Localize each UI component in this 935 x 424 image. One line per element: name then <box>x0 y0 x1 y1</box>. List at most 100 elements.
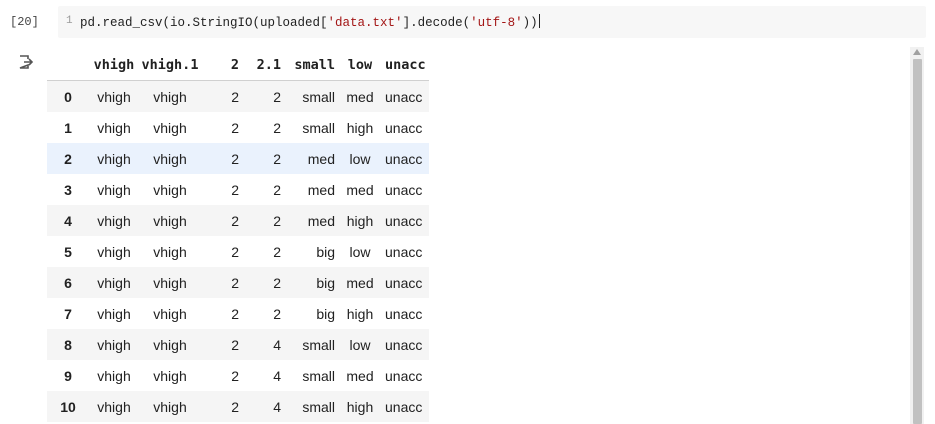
table-cell: high <box>346 119 374 136</box>
row-index: 7 <box>64 305 72 322</box>
table-cell: unacc <box>385 305 423 322</box>
table-cell: 2 <box>231 119 239 136</box>
table-row: 3 vhigh vhigh 2 2 med med unacc <box>47 174 429 205</box>
text-cursor <box>538 14 540 28</box>
table-cell: vhigh <box>97 181 131 198</box>
table-cell: 2 <box>231 274 239 291</box>
table-cell: vhigh <box>97 212 131 229</box>
table-cell: unacc <box>385 181 423 198</box>
table-cell: 2 <box>273 305 281 322</box>
table-cell: vhigh <box>97 398 131 415</box>
table-cell: 2 <box>231 181 239 198</box>
table-cell: vhigh <box>153 212 187 229</box>
code-string-literal: 'data.txt' <box>327 16 403 30</box>
row-index: 4 <box>64 212 72 229</box>
table-cell: small <box>302 336 335 353</box>
row-index: 0 <box>64 88 72 105</box>
code-line[interactable]: pd.read_csv(io.StringIO(uploaded['data.t… <box>80 14 540 30</box>
table-cell: vhigh <box>153 150 187 167</box>
table-cell: low <box>349 336 371 353</box>
table-cell: small <box>302 88 335 105</box>
table-cell: 2 <box>273 88 281 105</box>
row-index: 2 <box>64 150 72 167</box>
table-cell: 4 <box>273 398 281 415</box>
row-index: 10 <box>60 398 76 415</box>
column-header: vhigh.1 <box>139 49 201 81</box>
table-row: 9 vhigh vhigh 2 4 small med unacc <box>47 360 429 391</box>
table-cell: 2 <box>231 398 239 415</box>
column-header: small <box>287 49 339 81</box>
row-index: 1 <box>64 119 72 136</box>
row-index: 6 <box>64 274 72 291</box>
table-cell: vhigh <box>97 119 131 136</box>
table-row: 4 vhigh vhigh 2 2 med high unacc <box>47 205 429 236</box>
table-cell: med <box>346 88 374 105</box>
row-index: 5 <box>64 243 72 260</box>
table-row: 0 vhigh vhigh 2 2 small med unacc <box>47 80 429 112</box>
code-segment: ].decode( <box>402 16 471 30</box>
line-number: 1 <box>66 15 73 27</box>
table-cell: big <box>316 305 335 322</box>
table-row: 5 vhigh vhigh 2 2 big low unacc <box>47 236 429 267</box>
table-cell: 2 <box>231 88 239 105</box>
table-cell: vhigh <box>97 274 131 291</box>
column-header: unacc <box>381 49 429 81</box>
table-cell: unacc <box>385 119 423 136</box>
table-cell: vhigh <box>97 150 131 167</box>
table-cell: small <box>302 119 335 136</box>
table-header-row: vhigh vhigh.1 2 2.1 small low unacc <box>47 49 429 81</box>
row-index: 3 <box>64 181 72 198</box>
table-cell: 2 <box>273 150 281 167</box>
table-row: 8 vhigh vhigh 2 4 small low unacc <box>47 329 429 360</box>
table-row: 7 vhigh vhigh 2 2 big high unacc <box>47 298 429 329</box>
table-cell: unacc <box>385 398 423 415</box>
table-cell: 2 <box>231 243 239 260</box>
output-redirect-icon[interactable] <box>18 54 34 70</box>
table-cell: med <box>307 181 335 198</box>
table-row: 2 vhigh vhigh 2 2 med low unacc <box>47 143 429 174</box>
index-header <box>47 49 89 81</box>
table-cell: high <box>346 398 374 415</box>
table-cell: vhigh <box>97 367 131 384</box>
table-cell: vhigh <box>153 398 187 415</box>
table-cell: vhigh <box>153 243 187 260</box>
execution-count: [20] <box>10 15 39 29</box>
column-header: 2 <box>201 49 247 81</box>
table-cell: vhigh <box>153 305 187 322</box>
table-cell: unacc <box>385 274 423 291</box>
code-string-literal: 'utf-8' <box>470 16 523 30</box>
table-cell: 2 <box>273 181 281 198</box>
table-cell: vhigh <box>97 336 131 353</box>
table-cell: vhigh <box>97 88 131 105</box>
scroll-up-arrow-icon[interactable] <box>913 49 921 55</box>
code-segment: pd.read_csv(io.StringIO(uploaded[ <box>80 16 328 30</box>
table-row: 1 vhigh vhigh 2 2 small high unacc <box>47 112 429 143</box>
scrollbar-thumb[interactable] <box>913 59 922 424</box>
table-cell: unacc <box>385 212 423 229</box>
table-cell: med <box>346 367 374 384</box>
table-cell: med <box>346 181 374 198</box>
table-cell: 2 <box>273 119 281 136</box>
column-header: low <box>339 49 381 81</box>
table-cell: vhigh <box>153 88 187 105</box>
table-cell: 2 <box>231 212 239 229</box>
row-index: 9 <box>64 367 72 384</box>
code-segment: )) <box>522 16 538 30</box>
table-cell: vhigh <box>153 181 187 198</box>
vertical-scrollbar[interactable] <box>910 47 924 424</box>
table-row: 6 vhigh vhigh 2 2 big med unacc <box>47 267 429 298</box>
table-cell: 2 <box>231 150 239 167</box>
table-cell: 2 <box>273 212 281 229</box>
table-cell: 2 <box>231 367 239 384</box>
table-cell: 2 <box>273 243 281 260</box>
table-cell: small <box>302 398 335 415</box>
table-cell: vhigh <box>97 243 131 260</box>
code-cell[interactable]: 1 pd.read_csv(io.StringIO(uploaded['data… <box>58 6 926 38</box>
table-cell: med <box>307 150 335 167</box>
table-cell: big <box>316 243 335 260</box>
column-header: vhigh <box>89 49 139 81</box>
table-cell: 2 <box>231 305 239 322</box>
row-index: 8 <box>64 336 72 353</box>
table-cell: unacc <box>385 88 423 105</box>
table-cell: 2 <box>273 274 281 291</box>
